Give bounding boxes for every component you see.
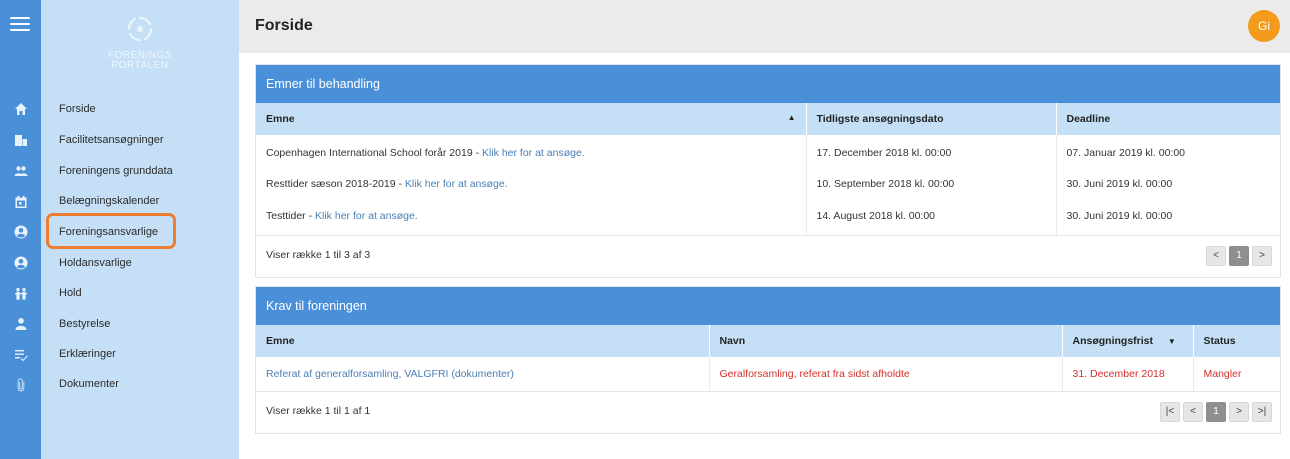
column-header-tidligste-ansoegningsdato[interactable]: Tidligste ansøgningsdato bbox=[806, 103, 1057, 135]
highlight-annotation bbox=[46, 213, 176, 249]
logo-icon bbox=[127, 16, 153, 42]
sidebar-item-foreningens-grunddata[interactable]: Foreningens grunddata bbox=[59, 161, 173, 181]
pagination: < 1 > bbox=[1206, 246, 1272, 266]
home-icon[interactable] bbox=[0, 99, 41, 119]
emner-table: Emne ▲ Tidligste ansøgningsdato Deadline… bbox=[256, 103, 1280, 235]
row-count-info: Viser række 1 til 1 af 1 bbox=[266, 405, 371, 417]
page-title: Forside bbox=[255, 17, 313, 34]
table-row: Testtider - Klik her for at ansøge. 14. … bbox=[256, 197, 1280, 235]
person-icon[interactable] bbox=[0, 314, 41, 334]
panel-krav-til-foreningen: Krav til foreningen Emne Navn Ansøgnings… bbox=[255, 286, 1281, 434]
column-header-navn[interactable]: Navn bbox=[709, 325, 1063, 357]
sidebar-item-holdansvarlige[interactable]: Holdansvarlige bbox=[59, 253, 132, 273]
icon-rail bbox=[0, 0, 41, 459]
last-page-button[interactable]: >| bbox=[1252, 402, 1272, 422]
apply-link[interactable]: Klik her for at ansøge. bbox=[482, 147, 585, 159]
sidebar-item-dokumenter[interactable]: Dokumenter bbox=[59, 374, 119, 394]
apply-link[interactable]: Klik her for at ansøge. bbox=[405, 178, 508, 190]
panel-title: Krav til foreningen bbox=[256, 287, 1280, 325]
sort-descending-icon[interactable]: ▼ bbox=[1168, 337, 1176, 346]
panel-footer: Viser række 1 til 1 af 1 |< < 1 > >| bbox=[256, 391, 1280, 433]
panel-title: Emner til behandling bbox=[256, 65, 1280, 103]
table-row: Referat af generalforsamling, VALGFRI (d… bbox=[256, 357, 1280, 391]
column-header-emne[interactable]: Emne bbox=[256, 325, 710, 357]
hamburger-menu-icon[interactable] bbox=[8, 14, 32, 34]
status-badge: Mangler bbox=[1203, 368, 1242, 380]
table-row: Copenhagen International School forår 20… bbox=[256, 135, 1280, 171]
prev-page-button[interactable]: < bbox=[1183, 402, 1203, 422]
logo: FORENINGS PORTALEN bbox=[41, 14, 239, 71]
main-content: Emner til behandling Emne ▲ Tidligste an… bbox=[239, 53, 1290, 459]
top-bar: Forside Gi bbox=[239, 0, 1290, 53]
paperclip-icon[interactable] bbox=[0, 375, 41, 395]
sidebar-item-erklaeringer[interactable]: Erklæringer bbox=[59, 344, 116, 364]
users-icon[interactable] bbox=[0, 161, 41, 181]
column-header-ansoegningsfrist[interactable]: Ansøgningsfrist ▼ bbox=[1062, 325, 1194, 357]
sort-ascending-icon[interactable]: ▲ bbox=[788, 113, 796, 122]
page-1-button[interactable]: 1 bbox=[1229, 246, 1249, 266]
building-icon[interactable] bbox=[0, 130, 41, 150]
apply-link[interactable]: Klik her for at ansøge. bbox=[315, 210, 418, 222]
krav-table: Emne Navn Ansøgningsfrist ▼ Status Refer… bbox=[256, 325, 1280, 391]
row-count-info: Viser række 1 til 3 af 3 bbox=[266, 249, 371, 261]
sidebar-item-belaegningskalender[interactable]: Belægningskalender bbox=[59, 191, 159, 211]
calendar-icon[interactable] bbox=[0, 192, 41, 212]
first-page-button[interactable]: |< bbox=[1160, 402, 1180, 422]
user-circle-icon[interactable] bbox=[0, 222, 41, 242]
page-1-button[interactable]: 1 bbox=[1206, 402, 1226, 422]
panel-emner-til-behandling: Emner til behandling Emne ▲ Tidligste an… bbox=[255, 64, 1281, 278]
avatar[interactable]: Gi bbox=[1248, 10, 1280, 42]
next-page-button[interactable]: > bbox=[1252, 246, 1272, 266]
requirement-name: Geralforsamling, referat fra sidst afhol… bbox=[709, 357, 1063, 391]
column-header-status[interactable]: Status bbox=[1193, 325, 1280, 357]
sidebar-item-hold[interactable]: Hold bbox=[59, 283, 82, 303]
next-page-button[interactable]: > bbox=[1229, 402, 1249, 422]
team-icon[interactable] bbox=[0, 284, 41, 304]
requirement-link[interactable]: Referat af generalforsamling, VALGFRI (d… bbox=[266, 368, 514, 380]
panel-footer: Viser række 1 til 3 af 3 < 1 > bbox=[256, 235, 1280, 277]
logo-text-line2: PORTALEN bbox=[111, 60, 169, 71]
requirement-deadline: 31. December 2018 bbox=[1062, 357, 1194, 391]
pagination: |< < 1 > >| bbox=[1160, 402, 1272, 422]
user-circle-icon[interactable] bbox=[0, 253, 41, 273]
prev-page-button[interactable]: < bbox=[1206, 246, 1226, 266]
sidebar-item-facilitetsansoegninger[interactable]: Facilitetsansøgninger bbox=[59, 130, 164, 150]
column-header-deadline[interactable]: Deadline bbox=[1056, 103, 1280, 135]
column-header-emne[interactable]: Emne ▲ bbox=[256, 103, 807, 135]
sidebar-item-forside[interactable]: Forside bbox=[59, 99, 96, 119]
table-row: Resttider sæson 2018-2019 - Klik her for… bbox=[256, 171, 1280, 197]
list-check-icon[interactable] bbox=[0, 345, 41, 365]
sidebar-item-bestyrelse[interactable]: Bestyrelse bbox=[59, 314, 110, 334]
